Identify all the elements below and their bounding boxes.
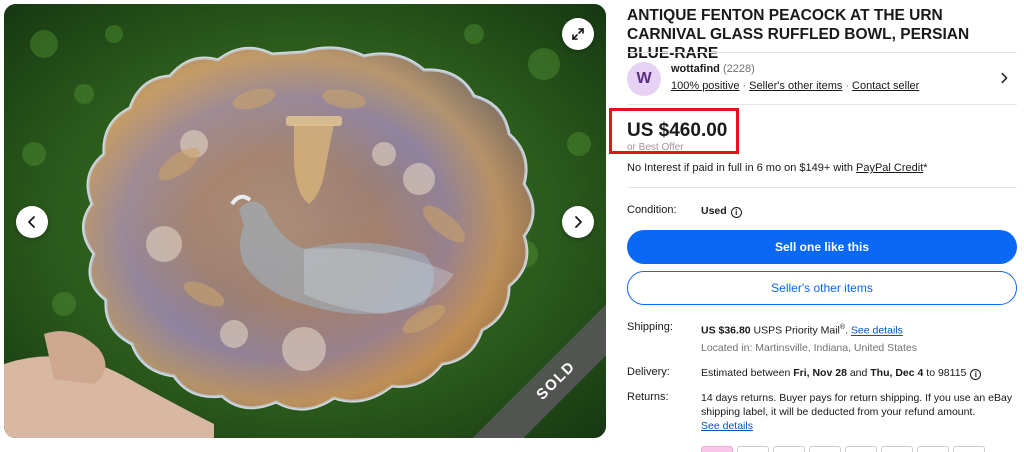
returns-label: Returns: [627,391,669,403]
chevron-left-icon [28,216,35,228]
info-icon[interactable]: i [970,369,982,380]
payment-logo [773,446,805,452]
sell-one-like-this-button[interactable]: Sell one like this [627,230,1017,264]
divider [627,187,1017,188]
payment-logo [845,446,877,452]
returns-value: 14 days returns. Buyer pays for return s… [701,392,1013,432]
next-image-button[interactable] [562,206,594,238]
condition-label: Condition: [627,204,677,216]
contact-seller-link[interactable]: Contact seller [852,80,919,92]
seller-avatar: W [627,62,661,96]
seller-name[interactable]: wottafind [671,63,720,75]
delivery-value: Estimated between Fri, Nov 28 and Thu, D… [701,366,1017,380]
listing-info-panel: ANTIQUE FENTON PEACOCK AT THE URN CARNIV… [609,0,1017,452]
seller-feedback-count: (2228) [722,63,755,75]
payment-methods-row [701,446,985,452]
payment-logo [737,446,769,452]
delivery-label: Delivery: [627,366,670,378]
seller-card[interactable]: W wottafind (2228) 100% positive · Seller'… [627,52,1017,104]
shipping-label: Shipping: [627,321,673,333]
payment-logo [953,446,985,452]
payment-logo [809,446,841,452]
price: US $460.00 [627,120,728,141]
shipping-see-details-link[interactable]: See details [851,325,903,337]
shipping-value: US $36.80 USPS Priority Mail®. See detai… [701,324,903,337]
payment-logo [917,446,949,452]
expand-icon [572,28,584,40]
chevron-right-icon[interactable] [997,71,1011,85]
product-photo [4,4,606,438]
seller-links: 100% positive · Seller's other items · Conta… [671,80,920,92]
image-gallery[interactable]: SOLD [4,4,606,438]
seller-name-row: wottafind (2228) [671,63,755,75]
item-location: Located in: Martinsville, Indiana, Unite… [701,342,917,354]
divider [627,104,1017,105]
returns-see-details-link[interactable]: See details [701,420,753,432]
payment-logo [701,446,733,452]
paypal-credit-link[interactable]: PayPal Credit [856,162,923,174]
condition-value: Used i [701,204,1017,218]
previous-image-button[interactable] [16,206,48,238]
chevron-right-icon [575,216,582,228]
payment-logo [881,446,913,452]
seller-other-items-link[interactable]: Seller's other items [749,80,842,92]
seller-positive-link[interactable]: 100% positive [671,80,740,92]
info-icon[interactable]: i [730,207,742,218]
financing-note: No Interest if paid in full in 6 mo on $… [627,162,928,174]
best-offer-label: or Best Offer [627,142,684,153]
sellers-other-items-button[interactable]: Seller's other items [627,271,1017,305]
expand-image-button[interactable] [562,18,594,50]
